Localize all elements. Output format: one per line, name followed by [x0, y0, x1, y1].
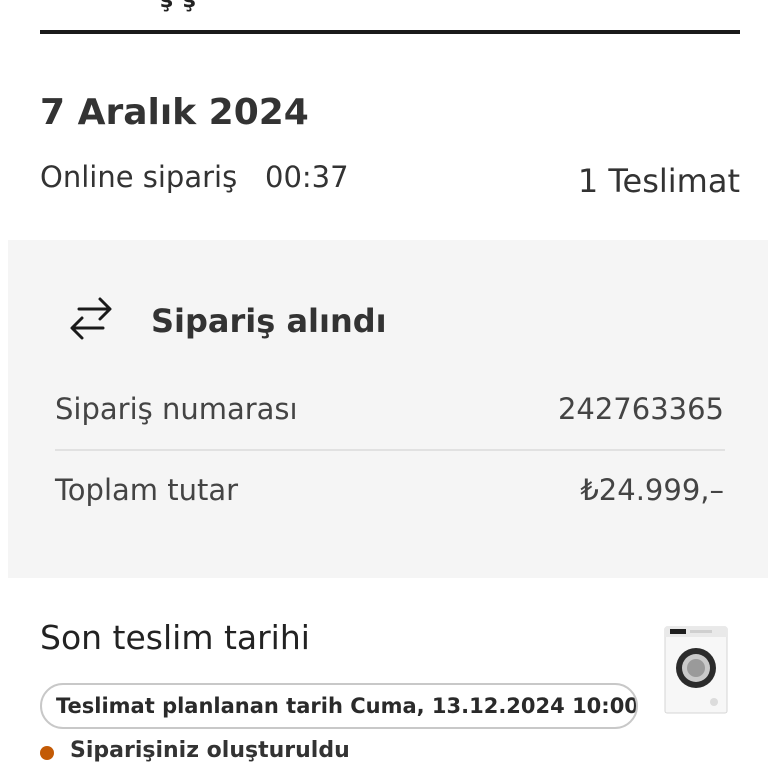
row-divider: [55, 449, 725, 451]
planned-delivery-pill[interactable]: Teslimat planlanan tarih Cuma, 13.12.202…: [40, 683, 638, 729]
order-number-value: 242763365: [557, 392, 724, 426]
washing-machine-icon[interactable]: [664, 626, 728, 714]
delivery-count[interactable]: 1 Teslimat: [578, 162, 740, 200]
swap-arrows-icon: [70, 297, 112, 340]
timeline-status-dot: [40, 746, 54, 760]
total-amount-value: ₺24.999,–: [580, 473, 724, 507]
order-channel: Online sipariş: [40, 160, 238, 194]
order-status-panel: Sipariş alındı Sipariş numarası 24276336…: [8, 240, 768, 578]
planned-delivery-text: Teslimat planlanan tarih Cuma, 13.12.202…: [56, 694, 638, 718]
status-title: Sipariş alındı: [151, 302, 387, 340]
header-divider: [40, 30, 740, 34]
order-number-label: Sipariş numarası: [55, 392, 298, 426]
header-title-partial: ş ş: [160, 0, 197, 13]
total-amount-label: Toplam tutar: [55, 473, 239, 507]
order-date: 7 Aralık 2024: [40, 92, 309, 133]
order-time: 00:37: [265, 160, 349, 194]
deadline-title: Son teslim tarihi: [40, 618, 310, 657]
timeline-item-order-created: Siparişiniz oluşturuldu: [70, 738, 350, 763]
